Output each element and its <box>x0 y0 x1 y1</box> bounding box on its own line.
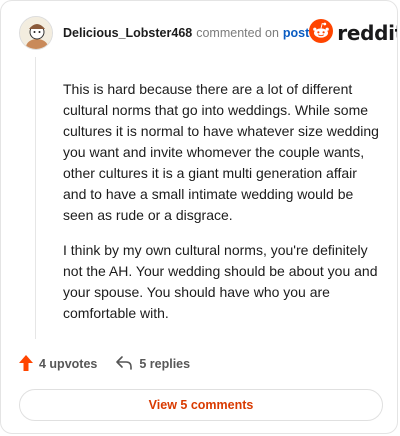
reddit-wordmark: reddit <box>337 21 398 45</box>
avatar[interactable] <box>19 16 53 50</box>
thread-line <box>35 57 36 339</box>
reddit-logo-icon <box>309 18 334 48</box>
comment-meta: Delicious_Lobster468 commented on post <box>63 26 309 40</box>
comment-card: Delicious_Lobster468 commented on post r… <box>0 0 398 434</box>
view-comments-button[interactable]: View 5 comments <box>19 389 383 421</box>
username-link[interactable]: Delicious_Lobster468 <box>63 26 192 40</box>
post-link[interactable]: post <box>283 26 309 40</box>
upvote-count: 4 upvotes <box>39 357 98 371</box>
upvote-button[interactable]: 4 upvotes <box>19 354 98 374</box>
comment-actions: 4 upvotes 5 replies <box>19 353 190 375</box>
replies-button[interactable]: 5 replies <box>115 355 190 374</box>
reddit-brand[interactable]: reddit <box>309 18 398 48</box>
comment-header: Delicious_Lobster468 commented on post r… <box>19 15 397 51</box>
action-text: commented on <box>196 26 279 40</box>
comment-body: This is hard because there are a lot of … <box>63 79 381 338</box>
reply-count: 5 replies <box>139 357 191 371</box>
reply-arrow-icon <box>115 355 133 374</box>
upvote-arrow-icon <box>19 354 33 374</box>
comment-paragraph: I think by my own cultural norms, you're… <box>63 242 378 321</box>
comment-paragraph: This is hard because there are a lot of … <box>63 81 379 223</box>
